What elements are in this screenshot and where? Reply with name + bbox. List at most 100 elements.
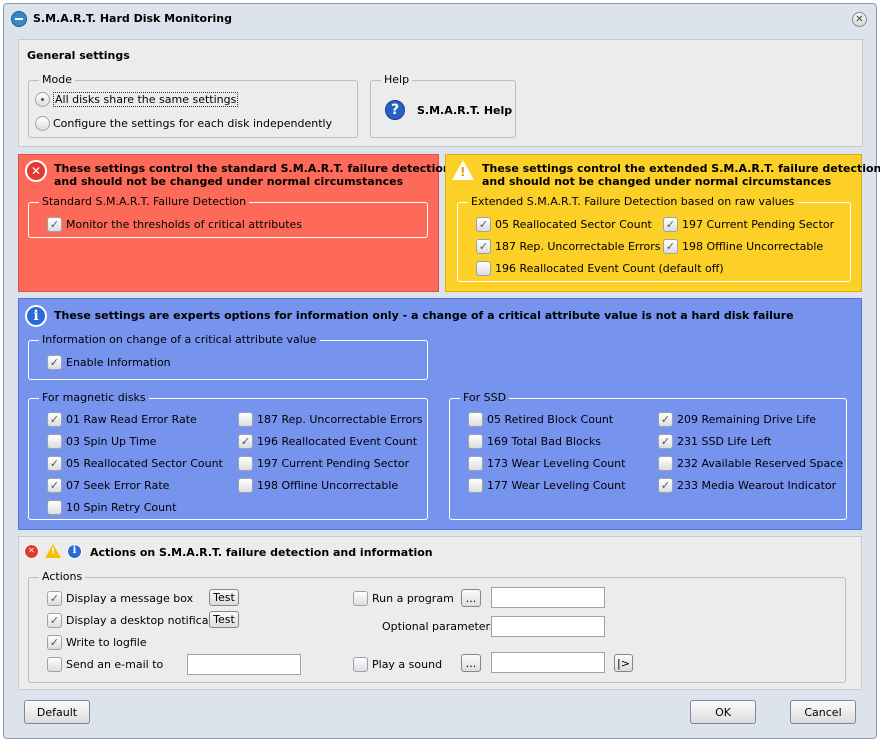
checkmark-icon[interactable]: ✓ xyxy=(47,634,62,650)
display-notification-checkbox[interactable]: ✓ Display a desktop notification xyxy=(47,612,230,628)
mag-07-checkbox[interactable]: ✓ 07 Seek Error Rate xyxy=(47,477,169,493)
checkmark-icon[interactable]: ✓ xyxy=(663,238,678,254)
play-sound-checkbox[interactable]: Play a sound xyxy=(353,656,442,672)
browse-program-button[interactable]: ... xyxy=(461,589,481,607)
radio-independent-settings[interactable]: Configure the settings for each disk ind… xyxy=(35,115,332,131)
enable-information-checkbox[interactable]: ✓ Enable Information xyxy=(47,354,171,370)
close-icon[interactable]: ✕ xyxy=(852,12,867,27)
checkmark-icon[interactable]: ✓ xyxy=(47,411,62,427)
standard-detection-section: ✕ These settings control the standard S.… xyxy=(18,154,451,292)
ssd-232-checkbox[interactable]: 232 Available Reserved Space xyxy=(658,455,843,471)
ssd-233-label: 233 Media Wearout Indicator xyxy=(677,478,837,492)
ssd-209-checkbox[interactable]: ✓ 209 Remaining Drive Life xyxy=(658,411,816,427)
play-sound-button[interactable]: |> xyxy=(614,654,633,672)
mag-01-checkbox[interactable]: ✓ 01 Raw Read Error Rate xyxy=(47,411,197,427)
ssd-169-label: 169 Total Bad Blocks xyxy=(487,434,601,448)
browse-sound-button[interactable]: ... xyxy=(461,654,481,672)
checkmark-icon[interactable]: ✓ xyxy=(47,612,62,628)
ok-button[interactable]: OK xyxy=(690,700,756,724)
mag-198-checkbox[interactable]: 198 Offline Uncorrectable xyxy=(238,477,398,493)
ssd-05-checkbox[interactable]: 05 Retired Block Count xyxy=(468,411,613,427)
general-settings-section: General settings Mode All disks share th… xyxy=(18,39,863,147)
monitor-thresholds-label: Monitor the thresholds of critical attri… xyxy=(66,217,303,231)
test-message-button[interactable]: Test xyxy=(209,589,239,606)
checkmark-icon[interactable]: ✓ xyxy=(47,455,62,471)
ssd-legend: For SSD xyxy=(460,391,510,404)
checkmark-icon[interactable]: ✓ xyxy=(476,238,491,254)
optional-parameters-label: Optional parameters xyxy=(382,620,496,633)
mag-197-label: 197 Current Pending Sector xyxy=(257,456,410,470)
checkmark-icon[interactable]: ✓ xyxy=(658,411,673,427)
info-warning-text: These settings are experts options for i… xyxy=(54,309,794,322)
run-program-checkbox[interactable]: Run a program xyxy=(353,590,454,606)
run-program-label: Run a program xyxy=(372,591,454,605)
ssd-233-checkbox[interactable]: ✓ 233 Media Wearout Indicator xyxy=(658,477,836,493)
radio-button[interactable] xyxy=(35,91,50,107)
mag-05-checkbox[interactable]: ✓ 05 Reallocated Sector Count xyxy=(47,455,223,471)
extended-warning-line2: and should not be changed under normal c… xyxy=(482,175,832,188)
ssd-173-checkbox[interactable]: 173 Wear Leveling Count xyxy=(468,455,625,471)
checkmark-icon[interactable]: ✓ xyxy=(238,433,253,449)
mag-07-label: 07 Seek Error Rate xyxy=(66,478,170,492)
test-notification-button[interactable]: Test xyxy=(209,611,239,628)
program-path-input[interactable] xyxy=(491,587,605,608)
mag-187-checkbox[interactable]: 187 Rep. Uncorrectable Errors xyxy=(238,411,423,427)
mag-03-label: 03 Spin Up Time xyxy=(66,434,157,448)
radio-button[interactable] xyxy=(35,115,50,131)
optional-parameters-input[interactable] xyxy=(491,616,605,637)
info-icon: i xyxy=(67,544,82,559)
cancel-button[interactable]: Cancel xyxy=(790,700,856,724)
checkmark-icon[interactable]: ✓ xyxy=(663,216,678,232)
checkmark-icon[interactable]: ✓ xyxy=(47,477,62,493)
mag-10-label: 10 Spin Retry Count xyxy=(66,500,177,514)
standard-detection-legend: Standard S.M.A.R.T. Failure Detection xyxy=(39,195,250,208)
checkmark-icon[interactable]: ✓ xyxy=(47,216,62,232)
display-message-checkbox[interactable]: ✓ Display a message box xyxy=(47,590,193,606)
title-bar: S.M.A.R.T. Hard Disk Monitoring ✕ xyxy=(4,4,876,33)
checkmark-icon[interactable]: ✓ xyxy=(47,354,62,370)
sound-path-input[interactable] xyxy=(491,652,605,673)
smart-help-link[interactable]: S.M.A.R.T. Help xyxy=(417,104,512,117)
default-button[interactable]: Default xyxy=(24,700,90,724)
ext-197-checkbox[interactable]: ✓ 197 Current Pending Sector xyxy=(663,216,834,232)
magnetic-disks-legend: For magnetic disks xyxy=(39,391,149,404)
email-address-input[interactable] xyxy=(187,654,301,675)
standard-detection-group: Standard S.M.A.R.T. Failure Detection ✓ … xyxy=(28,195,428,238)
ssd-group: For SSD 05 Retired Block Count 169 Total… xyxy=(449,391,847,520)
mag-196-checkbox[interactable]: ✓ 196 Reallocated Event Count xyxy=(238,433,417,449)
ext-196-checkbox[interactable]: 196 Reallocated Event Count (default off… xyxy=(476,260,724,276)
send-email-checkbox[interactable]: Send an e-mail to xyxy=(47,656,163,672)
actions-section: ✕ ! i Actions on S.M.A.R.T. failure dete… xyxy=(18,536,862,690)
mag-197-checkbox[interactable]: 197 Current Pending Sector xyxy=(238,455,409,471)
checkmark-icon[interactable]: ✓ xyxy=(658,477,673,493)
ext-05-checkbox[interactable]: ✓ 05 Reallocated Sector Count xyxy=(476,216,652,232)
help-icon[interactable]: ? xyxy=(385,100,405,120)
monitor-thresholds-checkbox[interactable]: ✓ Monitor the thresholds of critical att… xyxy=(47,216,302,232)
ssd-231-checkbox[interactable]: ✓ 231 SSD Life Left xyxy=(658,433,771,449)
ssd-177-checkbox[interactable]: 177 Wear Leveling Count xyxy=(468,477,625,493)
checkmark-icon[interactable]: ✓ xyxy=(476,216,491,232)
ext-05-label: 05 Reallocated Sector Count xyxy=(495,217,652,231)
mag-03-checkbox[interactable]: 03 Spin Up Time xyxy=(47,433,156,449)
info-change-legend: Information on change of a critical attr… xyxy=(39,333,320,346)
information-section: i These settings are experts options for… xyxy=(18,298,862,530)
radio-shared-settings-label: All disks share the same settings xyxy=(53,91,239,107)
mag-01-label: 01 Raw Read Error Rate xyxy=(66,412,197,426)
ext-187-checkbox[interactable]: ✓ 187 Rep. Uncorrectable Errors xyxy=(476,238,661,254)
mag-10-checkbox[interactable]: 10 Spin Retry Count xyxy=(47,499,176,515)
help-group: Help ? S.M.A.R.T. Help xyxy=(370,73,516,138)
checkmark-icon[interactable]: ✓ xyxy=(47,590,62,606)
ssd-169-checkbox[interactable]: 169 Total Bad Blocks xyxy=(468,433,601,449)
info-change-group: Information on change of a critical attr… xyxy=(28,333,428,380)
radio-shared-settings[interactable]: All disks share the same settings xyxy=(35,91,239,107)
ext-198-checkbox[interactable]: ✓ 198 Offline Uncorrectable xyxy=(663,238,823,254)
write-logfile-checkbox[interactable]: ✓ Write to logfile xyxy=(47,634,147,650)
checkmark-icon[interactable]: ✓ xyxy=(658,433,673,449)
window-title: S.M.A.R.T. Hard Disk Monitoring xyxy=(33,12,232,25)
mag-196-label: 196 Reallocated Event Count xyxy=(257,434,418,448)
send-email-label: Send an e-mail to xyxy=(66,657,164,671)
display-message-label: Display a message box xyxy=(66,591,194,605)
extended-detection-legend: Extended S.M.A.R.T. Failure Detection ba… xyxy=(468,195,798,208)
ext-198-label: 198 Offline Uncorrectable xyxy=(682,239,824,253)
actions-legend: Actions xyxy=(39,570,86,583)
